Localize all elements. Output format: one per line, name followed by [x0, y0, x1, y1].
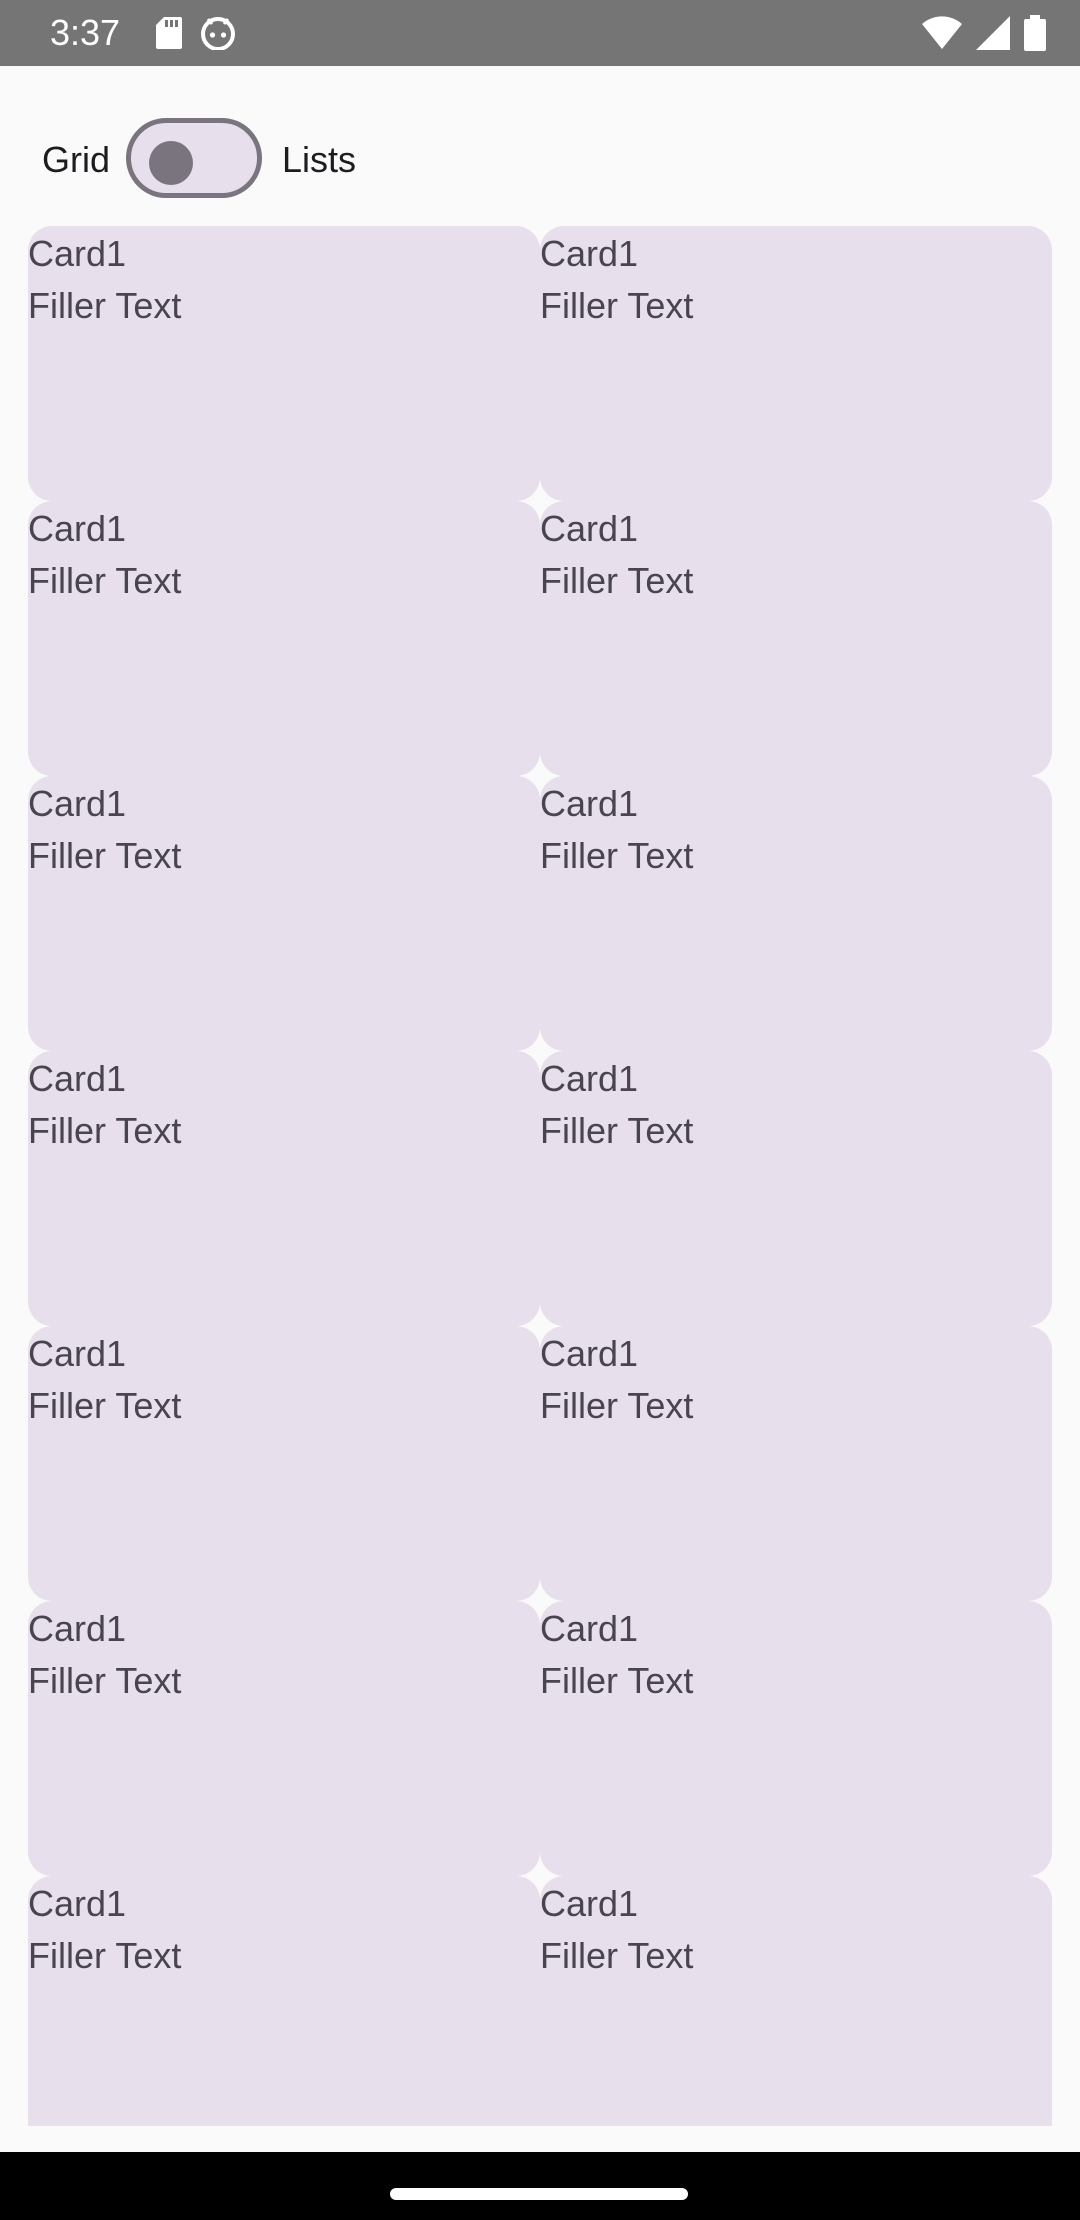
card[interactable]: Card1 Filler Text	[28, 1051, 540, 1326]
grid-lists-switch[interactable]	[126, 118, 262, 198]
home-gesture-handle[interactable]	[390, 2188, 688, 2200]
android-debug-icon	[201, 17, 235, 50]
cellular-signal-icon	[976, 16, 1010, 50]
card-body: Filler Text	[540, 285, 694, 326]
card[interactable]: Card1 Filler Text	[28, 1876, 540, 2126]
grid-label: Grid	[42, 139, 111, 180]
card[interactable]: Card1 Filler Text	[28, 501, 540, 776]
status-left-icons	[156, 14, 236, 52]
card-title: Card1	[540, 233, 639, 274]
sd-card-icon	[156, 17, 182, 49]
card-title: Card1	[28, 233, 127, 274]
card-title: Card1	[28, 1608, 127, 1649]
card-body: Filler Text	[540, 835, 694, 876]
card-body: Filler Text	[540, 1110, 694, 1151]
status-time: 3:37	[50, 12, 121, 53]
card-title: Card1	[28, 1883, 127, 1924]
card-title: Card1	[28, 783, 127, 824]
card[interactable]: Card1 Filler Text	[540, 776, 1052, 1051]
card-title: Card1	[540, 1608, 639, 1649]
card-grid: Card1 Filler Text Card1 Filler Text Card…	[28, 226, 1052, 2126]
status-bar: 3:37	[0, 0, 1080, 66]
switch-thumb	[149, 141, 193, 185]
lists-label: Lists	[282, 139, 357, 180]
card-body: Filler Text	[28, 285, 182, 326]
card-title: Card1	[540, 508, 639, 549]
card[interactable]: Card1 Filler Text	[540, 501, 1052, 776]
card[interactable]: Card1 Filler Text	[540, 1326, 1052, 1601]
card[interactable]: Card1 Filler Text	[28, 226, 540, 501]
card-body: Filler Text	[28, 835, 182, 876]
card[interactable]: Card1 Filler Text	[28, 776, 540, 1051]
card[interactable]: Card1 Filler Text	[540, 1601, 1052, 1876]
card-body: Filler Text	[540, 560, 694, 601]
card-title: Card1	[540, 1333, 639, 1374]
card-body: Filler Text	[540, 1385, 694, 1426]
card[interactable]: Card1 Filler Text	[28, 1326, 540, 1601]
card-body: Filler Text	[540, 1660, 694, 1701]
card[interactable]: Card1 Filler Text	[540, 226, 1052, 501]
battery-icon	[1024, 15, 1046, 51]
card-title: Card1	[540, 1058, 639, 1099]
card-body: Filler Text	[28, 1935, 182, 1976]
card-body: Filler Text	[540, 1935, 694, 1976]
card-title: Card1	[28, 508, 127, 549]
card-body: Filler Text	[28, 1660, 182, 1701]
card-title: Card1	[28, 1058, 127, 1099]
wifi-icon	[922, 16, 962, 49]
card-body: Filler Text	[28, 1110, 182, 1151]
card-title: Card1	[540, 1883, 639, 1924]
card-title: Card1	[540, 783, 639, 824]
card-body: Filler Text	[28, 1385, 182, 1426]
status-right-icons	[922, 14, 1046, 52]
card[interactable]: Card1 Filler Text	[28, 1601, 540, 1876]
navigation-bar	[0, 2152, 1080, 2220]
card[interactable]: Card1 Filler Text	[540, 1876, 1052, 2126]
card[interactable]: Card1 Filler Text	[540, 1051, 1052, 1326]
layout-toggle-row: Grid Lists	[0, 112, 1080, 208]
card-title: Card1	[28, 1333, 127, 1374]
card-body: Filler Text	[28, 560, 182, 601]
